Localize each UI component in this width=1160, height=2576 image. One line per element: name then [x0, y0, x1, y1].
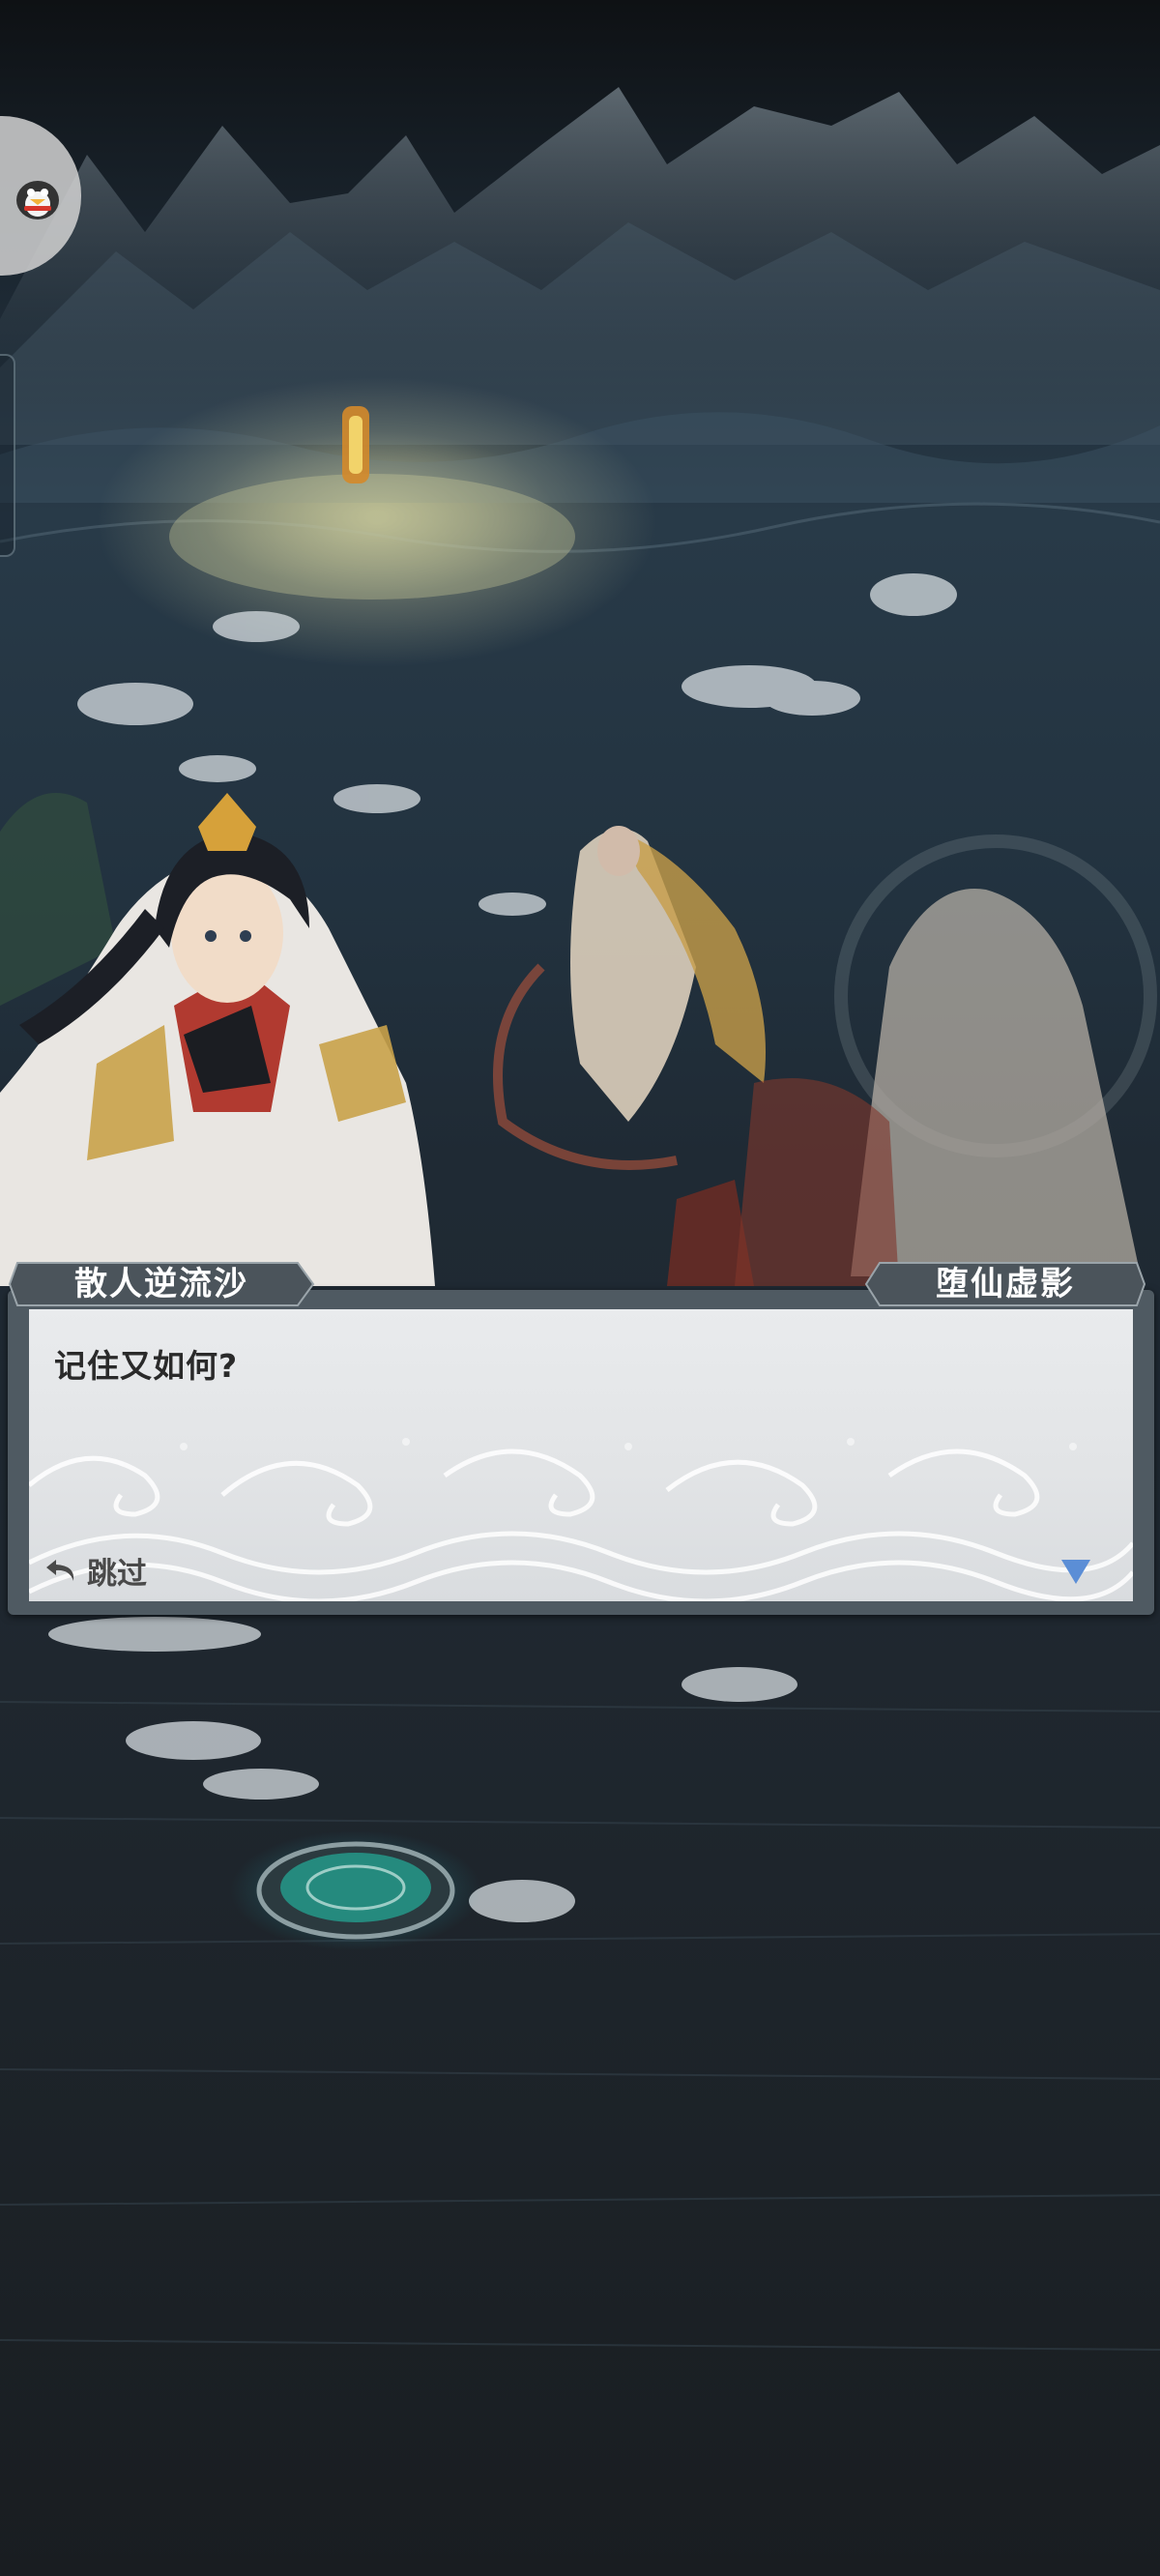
speaker-nameplate-left: 散人逆流沙: [8, 1257, 315, 1311]
game-scene[interactable]: 散人逆流沙 堕仙虚影 记住又如何? 跳过: [0, 0, 1160, 2576]
skip-button[interactable]: 跳过: [43, 1549, 147, 1592]
skip-label: 跳过: [87, 1556, 147, 1592]
penguin-avatar-icon: [16, 180, 59, 220]
dialog-text: 记住又如何?: [54, 1347, 239, 1385]
celestial-maiden: [493, 826, 766, 1170]
triangle-down-icon[interactable]: [1059, 1557, 1092, 1586]
character-portraits: [0, 793, 1157, 1286]
speaker-right-name: 堕仙虚影: [936, 1265, 1075, 1303]
side-panel-tab[interactable]: [0, 354, 15, 557]
speaker-left-name: 散人逆流沙: [74, 1265, 248, 1303]
undo-arrow-icon: [46, 1560, 74, 1581]
wave-pattern: [29, 1438, 1133, 1601]
dialog-box[interactable]: [8, 1290, 1154, 1615]
hero-portrait: [0, 793, 435, 1286]
speaker-nameplate-right: 堕仙虚影: [864, 1257, 1146, 1311]
